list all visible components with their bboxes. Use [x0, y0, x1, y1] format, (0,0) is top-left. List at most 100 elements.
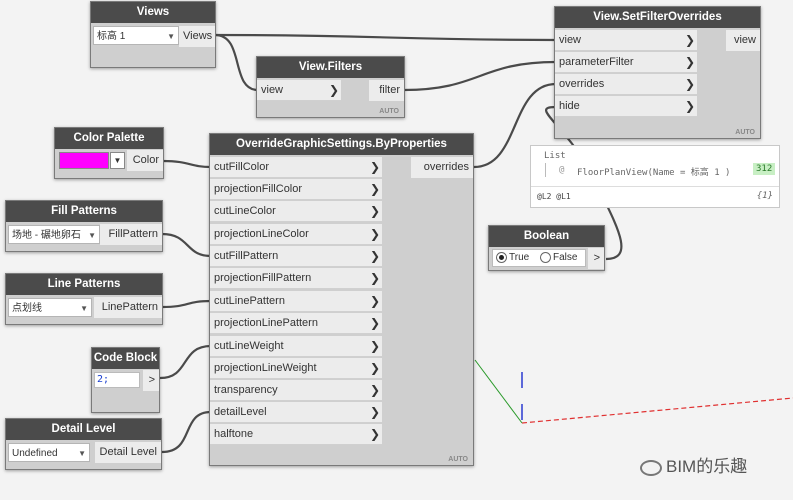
- port-label: cutFillPattern: [214, 250, 279, 262]
- input-port-parameterfilter[interactable]: parameterFilter ❯: [555, 52, 697, 73]
- fill-pattern-output-port[interactable]: FillPattern: [100, 224, 162, 245]
- chevron-right-icon: ❯: [369, 249, 380, 263]
- input-port-transparency[interactable]: transparency ❯: [210, 380, 382, 401]
- chevron-down-icon: ▼: [88, 231, 96, 240]
- node-title: View.Filters: [257, 57, 404, 78]
- set-filter-overrides-node[interactable]: View.SetFilterOverrides view ❯ parameter…: [554, 6, 761, 139]
- boolean-node[interactable]: Boolean True False >: [488, 225, 605, 271]
- views-output-port[interactable]: Views: [179, 26, 215, 47]
- preview-divider: [531, 186, 779, 187]
- input-port-halftone[interactable]: halftone ❯: [210, 424, 382, 445]
- node-title: Color Palette: [55, 128, 163, 149]
- port-label: halftone: [214, 428, 254, 440]
- chevron-right-icon: ❯: [369, 383, 380, 397]
- input-port-projectionlinepattern[interactable]: projectionLinePattern ❯: [210, 313, 382, 334]
- color-output-port[interactable]: Color: [127, 150, 163, 171]
- chevron-right-icon: ❯: [369, 339, 380, 353]
- fill-patterns-node[interactable]: Fill Patterns 场地 - 碾地卵石 ▼ FillPattern: [5, 200, 163, 252]
- input-port-cutlineweight[interactable]: cutLineWeight ❯: [210, 336, 382, 357]
- detail-level-output-port[interactable]: Detail Level: [95, 442, 161, 463]
- input-port-projectionfillpattern[interactable]: projectionFillPattern ❯: [210, 268, 382, 289]
- preview-count: {1}: [756, 191, 773, 201]
- port-label: >: [593, 252, 600, 264]
- chevron-right-icon: ❯: [369, 182, 380, 196]
- detail-level-node[interactable]: Detail Level Undefined ▼ Detail Level: [5, 418, 162, 470]
- chevron-right-icon: ❯: [369, 316, 380, 330]
- radio-false[interactable]: [539, 251, 551, 263]
- input-port-cutlinecolor[interactable]: cutLineColor ❯: [210, 201, 382, 222]
- input-port-cutfillpattern[interactable]: cutFillPattern ❯: [210, 246, 382, 267]
- input-port-view[interactable]: view ❯: [257, 80, 341, 101]
- preview-levels: @L2 @L1: [537, 192, 571, 201]
- color-swatch[interactable]: [59, 152, 109, 169]
- axis-x: [521, 397, 793, 424]
- chevron-right-icon: ❯: [369, 227, 380, 241]
- input-port-cutfillcolor[interactable]: cutFillColor ❯: [210, 157, 382, 178]
- views-node[interactable]: Views 标高 1 ▼ Views: [90, 1, 216, 68]
- fill-pattern-dropdown[interactable]: 场地 - 碾地卵石 ▼: [8, 225, 100, 244]
- port-label: view: [261, 84, 284, 96]
- watermark-text: BIM的乐趣: [666, 457, 748, 476]
- boolean-output-port[interactable]: >: [588, 248, 604, 269]
- chevron-down-icon: ▼: [167, 32, 175, 41]
- view-filters-node[interactable]: View.Filters view ❯ filter AUTO: [256, 56, 405, 118]
- port-label: overrides: [423, 161, 469, 173]
- line-pattern-dropdown[interactable]: 点划线 ▼: [8, 298, 92, 317]
- code-block-node[interactable]: Code Block 2; >: [91, 347, 160, 413]
- color-dropdown-button[interactable]: ▼: [110, 152, 125, 169]
- wire-filter-parameterfilter: [403, 60, 557, 92]
- chevron-right-icon: ❯: [369, 405, 380, 419]
- boolean-toggle[interactable]: True False: [492, 249, 586, 267]
- filter-output-port[interactable]: filter: [369, 80, 404, 101]
- port-label: projectionLineWeight: [214, 362, 317, 374]
- port-label: projectionFillColor: [214, 183, 303, 195]
- color-palette-node[interactable]: Color Palette ▼ Color: [54, 127, 164, 179]
- dropdown-value: Undefined: [12, 448, 58, 459]
- input-port-projectionlineweight[interactable]: projectionLineWeight ❯: [210, 358, 382, 379]
- chevron-down-icon: ▼: [113, 156, 122, 165]
- chevron-right-icon: ❯: [369, 294, 380, 308]
- port-label: view: [559, 34, 582, 46]
- input-port-overrides[interactable]: overrides ❯: [555, 74, 697, 95]
- wire-views-setfilter: [214, 33, 557, 42]
- code-output-port[interactable]: >: [143, 370, 159, 391]
- preview-bubble[interactable]: List @ FloorPlanView(Name = 标高 1 ) 312 @…: [530, 145, 780, 208]
- chevron-right-icon: ❯: [369, 427, 380, 441]
- override-graphic-settings-node[interactable]: OverrideGraphicSettings.ByProperties cut…: [209, 133, 474, 466]
- radio-true-label: True: [509, 252, 530, 263]
- input-port-projectionfillcolor[interactable]: projectionFillColor ❯: [210, 179, 382, 200]
- detail-level-dropdown[interactable]: Undefined ▼: [8, 443, 90, 462]
- port-label: LinePattern: [101, 301, 158, 313]
- code-editor[interactable]: 2;: [94, 372, 140, 388]
- input-port-detaillevel[interactable]: detailLevel ❯: [210, 402, 382, 423]
- view-output-port[interactable]: view: [726, 30, 760, 51]
- radio-true[interactable]: [496, 251, 507, 263]
- chevron-right-icon: ❯: [369, 361, 380, 375]
- input-port-hide[interactable]: hide ❯: [555, 96, 697, 117]
- input-port-projectionlinecolor[interactable]: projectionLineColor ❯: [210, 224, 382, 245]
- port-label: Detail Level: [99, 446, 157, 458]
- node-title: OverrideGraphicSettings.ByProperties: [210, 134, 473, 155]
- input-port-cutlinepattern[interactable]: cutLinePattern ❯: [210, 291, 382, 312]
- preview-index: @: [559, 165, 565, 175]
- port-label: >: [148, 374, 155, 386]
- port-label: cutFillColor: [214, 161, 270, 173]
- line-patterns-node[interactable]: Line Patterns 点划线 ▼ LinePattern: [5, 273, 163, 325]
- overrides-output-port[interactable]: overrides: [411, 157, 473, 178]
- watermark: BIM的乐趣: [640, 452, 747, 477]
- auto-label: AUTO: [448, 456, 468, 463]
- port-label: view: [733, 34, 756, 46]
- code-text: 2;: [97, 374, 110, 385]
- wire-code-cutlineweight: [159, 344, 212, 380]
- preview-tree-line: [545, 163, 546, 177]
- wire-linepattern-cutlinepattern: [161, 299, 212, 309]
- views-dropdown[interactable]: 标高 1 ▼: [93, 26, 179, 45]
- port-label: overrides: [559, 78, 605, 90]
- port-label: cutLineColor: [214, 205, 276, 217]
- input-port-view[interactable]: view ❯: [555, 30, 697, 51]
- line-pattern-output-port[interactable]: LinePattern: [94, 297, 162, 318]
- auto-label: AUTO: [735, 129, 755, 136]
- wire-color-cutfillcolor: [162, 159, 212, 169]
- port-label: parameterFilter: [559, 56, 634, 68]
- chevron-right-icon: ❯: [684, 77, 695, 91]
